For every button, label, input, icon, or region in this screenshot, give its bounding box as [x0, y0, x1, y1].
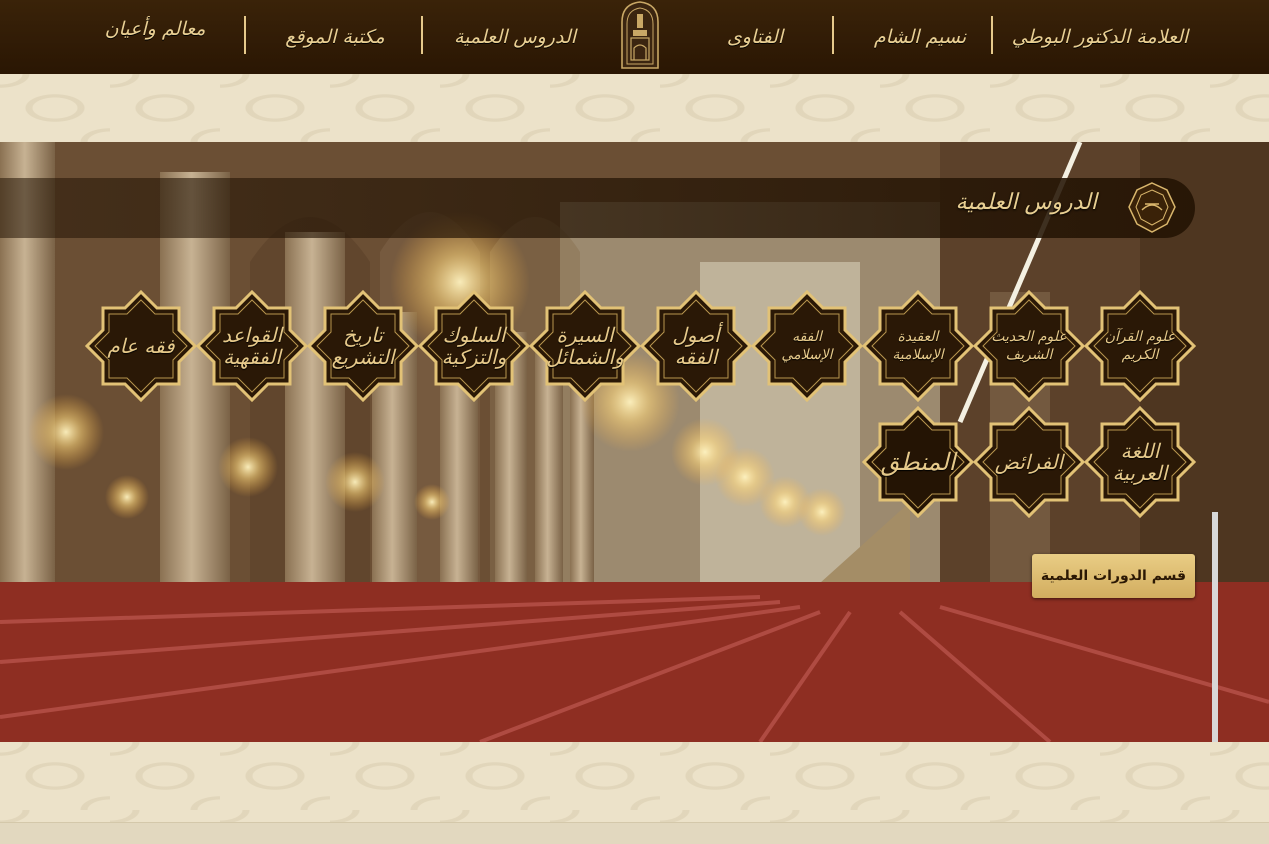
- category-general-fiqh[interactable]: فقه عام: [85, 290, 197, 402]
- category-label: الفقه الإسلامي: [781, 329, 833, 363]
- category-islamic-jurisprudence[interactable]: الفقه الإسلامي: [751, 290, 863, 402]
- decorative-pattern-band: [0, 742, 1269, 822]
- category-hadith-sciences[interactable]: علوم الحديث الشريف: [973, 290, 1085, 402]
- category-quran-sciences[interactable]: علوم القرآن الكريم: [1084, 290, 1196, 402]
- nav-item-site-library[interactable]: مكتبة الموقع: [280, 10, 390, 64]
- category-islamic-creed[interactable]: العقيدة الإسلامية: [862, 290, 974, 402]
- category-seerah[interactable]: السيرة والشمائل: [529, 290, 641, 402]
- category-usul-fiqh[interactable]: أصول الفقه: [640, 290, 752, 402]
- category-label: علوم الحديث الشريف: [991, 329, 1067, 363]
- category-label: علوم القرآن الكريم: [1104, 329, 1176, 363]
- category-fiqh-maxims[interactable]: القواعد الفقهية: [196, 290, 308, 402]
- calligraphy-seal-icon: [1123, 180, 1181, 236]
- category-label: اللغة العربية: [1112, 439, 1168, 485]
- category-label: السيرة والشمائل: [546, 323, 624, 369]
- category-label: الفرائض: [994, 450, 1064, 474]
- category-legislation-history[interactable]: تاريخ التشريع: [307, 290, 419, 402]
- scientific-courses-button[interactable]: قسم الدورات العلمية: [1032, 554, 1195, 598]
- nav-item-scientific-lessons[interactable]: الدروس العلمية: [454, 10, 576, 64]
- nav-item-fatwas[interactable]: الفتاوى: [700, 10, 810, 64]
- nav-item-landmarks-figures[interactable]: معالم وأعيان: [100, 2, 210, 56]
- nav-separator: [991, 16, 993, 54]
- nav-separator: [421, 16, 423, 54]
- nav-separator: [244, 16, 246, 54]
- category-sulook-tazkiyah[interactable]: السلوك والتزكية: [418, 290, 530, 402]
- decorative-pattern-band: [0, 74, 1269, 142]
- category-inheritance[interactable]: الفرائض: [973, 406, 1085, 518]
- mosque-emblem-icon[interactable]: [619, 0, 661, 70]
- top-navigation: العلامة الدكتور البوطي نسيم الشام الفتاو…: [0, 0, 1269, 75]
- category-label: فقه عام: [107, 334, 175, 358]
- nav-item-naseem-alsham[interactable]: نسيم الشام: [860, 10, 980, 64]
- category-label: السلوك والتزكية: [441, 323, 507, 369]
- category-label: أصول الفقه: [672, 323, 720, 369]
- nav-separator: [832, 16, 834, 54]
- category-arabic-language[interactable]: اللغة العربية: [1084, 406, 1196, 518]
- category-label: العقيدة الإسلامية: [892, 329, 944, 363]
- nav-item-dr-bouti[interactable]: العلامة الدكتور البوطي: [1012, 10, 1188, 64]
- category-label: المنطق: [880, 448, 956, 476]
- section-title-bar: الدروس العلمية: [0, 178, 1195, 238]
- hero-section: الدروس العلمية علوم القرآن الكريم علوم ا…: [0, 142, 1269, 742]
- category-label: تاريخ التشريع: [331, 323, 395, 369]
- footer-strip: [0, 822, 1269, 844]
- section-title: الدروس العلمية: [955, 190, 1097, 215]
- category-label: القواعد الفقهية: [221, 323, 283, 369]
- category-logic[interactable]: المنطق: [862, 406, 974, 518]
